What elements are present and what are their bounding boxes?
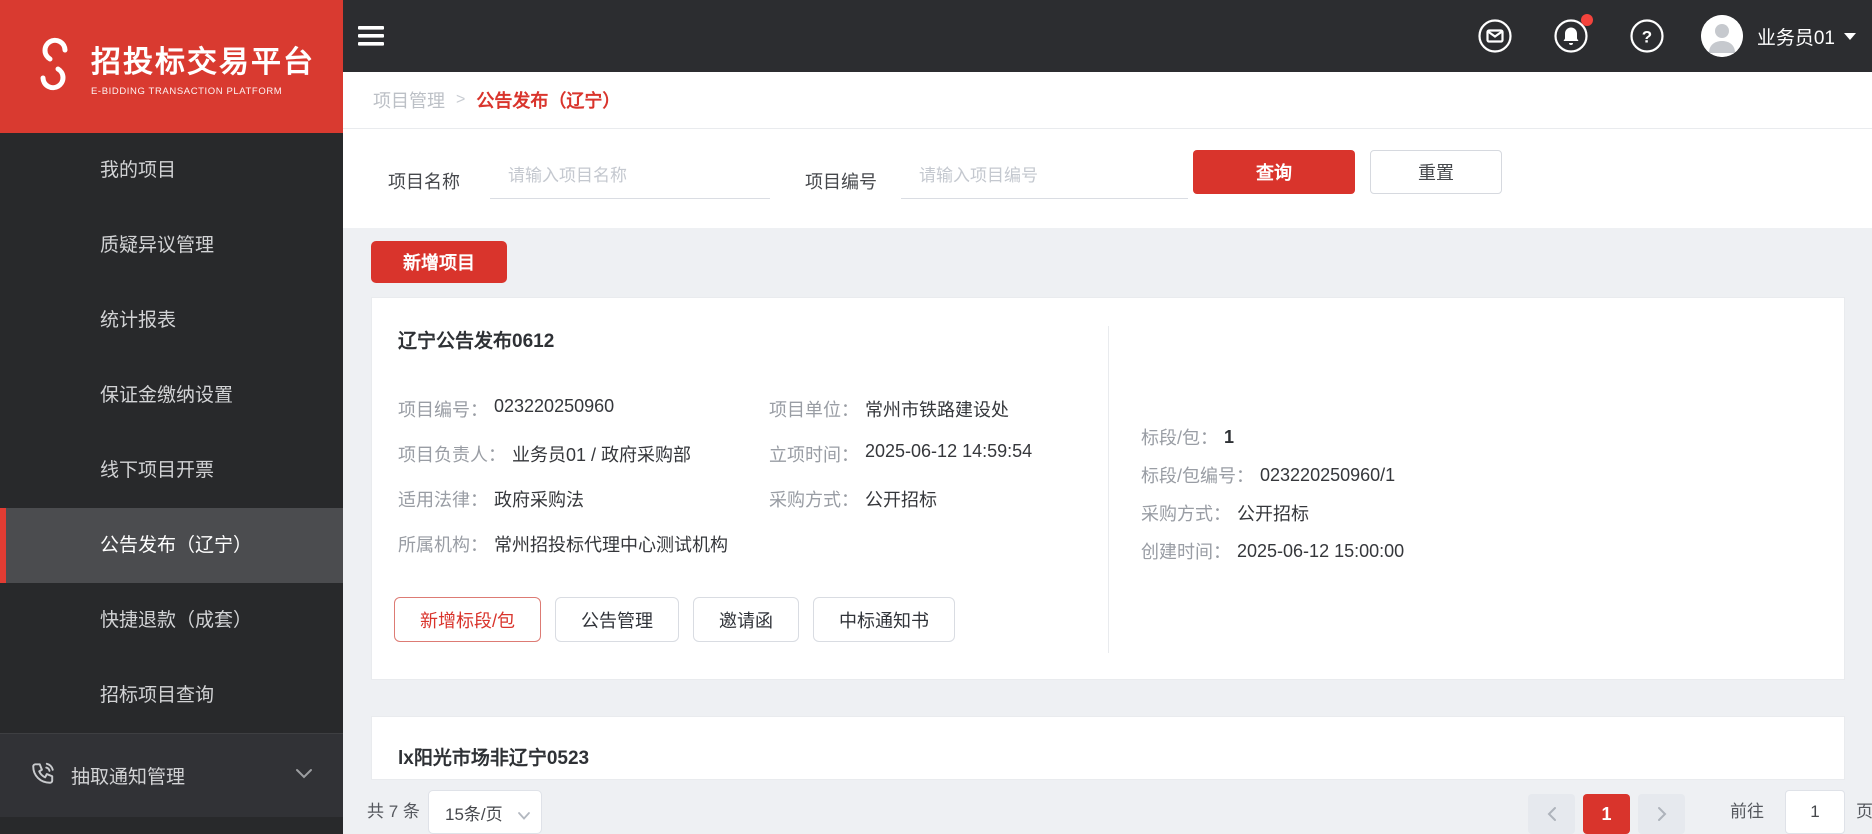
- announcement-management-button[interactable]: 公告管理: [555, 597, 680, 642]
- field-value: 023220250960: [494, 395, 615, 416]
- brand-logo[interactable]: 招投标交易平台 E-BIDDING TRANSACTION PLATFORM: [0, 0, 343, 133]
- section-package-fields: 标段/包： 1 标段/包编号： 023220250960/1 采购方式： 公开招…: [1141, 418, 1404, 570]
- message-icon[interactable]: [1477, 18, 1513, 54]
- page-1-button[interactable]: 1: [1583, 794, 1630, 834]
- field-value: 常州招投标代理中心测试机构: [494, 534, 728, 555]
- card-actions: 新增标段/包 公告管理 邀请函 中标通知书: [394, 597, 956, 642]
- sidebar: 招投标交易平台 E-BIDDING TRANSACTION PLATFORM 我…: [0, 0, 343, 834]
- breadcrumb-parent[interactable]: 项目管理: [373, 87, 445, 113]
- field-row: 标段/包： 1: [1141, 418, 1404, 456]
- sidebar-item-quick-refund[interactable]: 快捷退款（成套）: [0, 583, 343, 658]
- field-label: 项目单位：: [769, 399, 859, 420]
- field-label: 项目编号：: [398, 399, 488, 420]
- username[interactable]: 业务员01: [1757, 23, 1835, 50]
- field-label: 采购方式：: [1141, 504, 1231, 524]
- field-value: 2025-06-12 14:59:54: [865, 440, 1033, 461]
- invitation-letter-button[interactable]: 邀请函: [693, 597, 800, 642]
- help-icon[interactable]: ?: [1629, 18, 1665, 54]
- brand-subtitle: E-BIDDING TRANSACTION PLATFORM: [91, 85, 283, 97]
- pagination-bar: 共 7 条 15条/页 1 前往 页: [343, 780, 1872, 834]
- reset-button[interactable]: 重置: [1370, 150, 1502, 194]
- breadcrumb-separator-icon: >: [456, 91, 466, 108]
- field-value: 023220250960/1: [1260, 464, 1396, 485]
- sidebar-item-statistics-report[interactable]: 统计报表: [0, 283, 343, 358]
- field-value: 业务员01 / 政府采购部: [512, 444, 692, 465]
- brand-title: 招投标交易平台: [91, 45, 315, 79]
- add-project-button[interactable]: 新增项目: [371, 241, 507, 283]
- award-notice-button[interactable]: 中标通知书: [813, 597, 956, 642]
- total-count: 共 7 条: [367, 802, 420, 821]
- avatar[interactable]: [1700, 15, 1743, 57]
- field-value: 公开招标: [1237, 504, 1309, 524]
- next-page-button[interactable]: [1638, 794, 1685, 834]
- project-code-label: 项目编号: [805, 172, 877, 192]
- sidebar-item-my-projects[interactable]: 我的项目: [0, 133, 343, 208]
- field-row: 采购方式： 公开招标: [1141, 494, 1404, 532]
- sidebar-menu: 我的项目 质疑异议管理 统计报表 保证金缴纳设置 线下项目开票 公告发布（辽宁）…: [0, 133, 343, 733]
- field-row: 适用法律： 政府采购法 采购方式： 公开招标: [398, 476, 1032, 521]
- sidebar-item-announcement-liaoning[interactable]: 公告发布（辽宁）: [0, 508, 343, 583]
- project-name-label: 项目名称: [388, 172, 460, 192]
- sidebar-submenu-extraction-notice[interactable]: 抽取通知管理: [0, 733, 343, 817]
- search-button[interactable]: 查询: [1193, 150, 1355, 194]
- field-value: 1: [1224, 426, 1235, 447]
- field-value: 2025-06-12 15:00:00: [1237, 540, 1405, 561]
- project-title: lx阳光市场非辽宁0523: [398, 748, 590, 769]
- add-section-package-button[interactable]: 新增标段/包: [394, 597, 542, 642]
- field-row: 所属机构： 常州招投标代理中心测试机构: [398, 521, 1032, 566]
- goto-page-input[interactable]: [1785, 790, 1845, 834]
- field-label: 所属机构：: [398, 534, 488, 555]
- card-divider: [1108, 326, 1109, 653]
- breadcrumb-current: 公告发布（辽宁）: [476, 91, 621, 111]
- goto-unit: 页: [1856, 802, 1872, 821]
- phone-icon: [30, 760, 56, 791]
- field-label: 立项时间：: [769, 444, 859, 465]
- breadcrumb: 项目管理 > 公告发布（辽宁）: [343, 72, 1872, 129]
- field-row: 标段/包编号： 023220250960/1: [1141, 456, 1404, 494]
- goto-label: 前往: [1730, 802, 1764, 821]
- field-row: 项目编号： 023220250960 项目单位： 常州市铁路建设处: [398, 386, 1032, 431]
- chevron-down-icon: [517, 806, 531, 826]
- field-label: 适用法律：: [398, 489, 488, 510]
- user-caret-icon[interactable]: [1844, 32, 1856, 40]
- chevron-down-icon: [295, 767, 313, 785]
- hamburger-menu-button[interactable]: [357, 24, 387, 48]
- field-label: 项目负责人：: [398, 444, 506, 465]
- brand-logo-icon: [30, 35, 78, 98]
- notification-badge: [1580, 14, 1593, 26]
- field-row: 项目负责人： 业务员01 / 政府采购部 立项时间： 2025-06-12 14…: [398, 431, 1032, 476]
- field-row: 创建时间： 2025-06-12 15:00:00: [1141, 532, 1404, 570]
- field-label: 创建时间：: [1141, 542, 1231, 562]
- page-size-value: 15条/页: [445, 804, 503, 824]
- sidebar-item-dispute-management[interactable]: 质疑异议管理: [0, 208, 343, 283]
- project-card: lx阳光市场非辽宁0523: [371, 716, 1845, 780]
- project-fields: 项目编号： 023220250960 项目单位： 常州市铁路建设处 项目负责人：…: [398, 386, 1032, 566]
- sidebar-item-tender-project-query[interactable]: 招标项目查询: [0, 658, 343, 733]
- prev-page-button[interactable]: [1528, 794, 1575, 834]
- svg-text:?: ?: [1642, 28, 1652, 47]
- field-label: 标段/包编号：: [1141, 466, 1255, 486]
- field-value: 政府采购法: [494, 489, 584, 510]
- page-size-select[interactable]: 15条/页: [428, 790, 542, 834]
- field-value: 常州市铁路建设处: [865, 399, 1009, 420]
- sidebar-item-deposit-settings[interactable]: 保证金缴纳设置: [0, 358, 343, 433]
- field-value: 公开招标: [865, 489, 937, 510]
- sidebar-submenu-label: 抽取通知管理: [71, 767, 186, 788]
- notification-bell-icon[interactable]: [1553, 14, 1593, 54]
- project-title: 辽宁公告发布0612: [398, 331, 555, 352]
- topbar: ? 业务员01: [343, 0, 1872, 72]
- project-code-input[interactable]: [901, 153, 1188, 199]
- field-label: 采购方式：: [769, 489, 859, 510]
- field-label: 标段/包：: [1141, 428, 1219, 448]
- project-card: 辽宁公告发布0612 项目编号： 023220250960 项目单位： 常州市铁…: [371, 297, 1845, 680]
- sidebar-item-offline-invoicing[interactable]: 线下项目开票: [0, 433, 343, 508]
- filter-bar: 项目名称 项目编号 查询 重置: [343, 129, 1872, 228]
- project-name-input[interactable]: [490, 153, 770, 199]
